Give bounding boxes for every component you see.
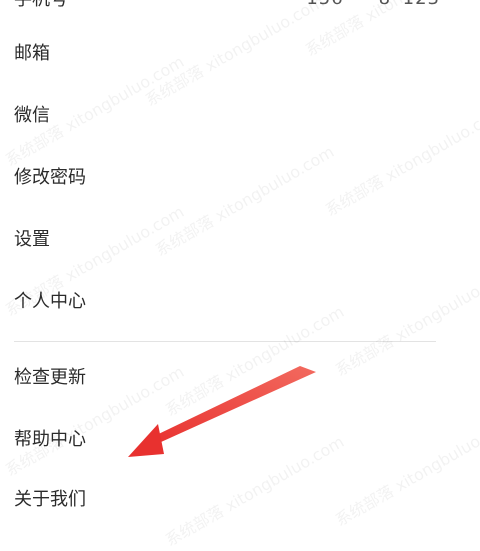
menu-item-help-center[interactable]: 帮助中心 xyxy=(14,428,86,452)
phone-number-value: 156•••8•123 xyxy=(306,0,440,9)
menu-item-phone-partial[interactable]: 手机号 xyxy=(14,0,68,12)
menu-item-wechat[interactable]: 微信 xyxy=(14,104,50,128)
menu-item-check-update[interactable]: 检查更新 xyxy=(14,366,86,390)
settings-menu: 手机号 156•••8•123 邮箱 微信 修改密码 设置 个人中心 检查更新 … xyxy=(0,0,480,510)
menu-item-about-us[interactable]: 关于我们 xyxy=(14,488,86,512)
menu-item-settings[interactable]: 设置 xyxy=(14,228,50,252)
menu-item-email[interactable]: 邮箱 xyxy=(14,42,50,66)
menu-item-personal-center[interactable]: 个人中心 xyxy=(14,290,86,314)
menu-item-change-password[interactable]: 修改密码 xyxy=(14,166,86,190)
menu-divider xyxy=(14,341,436,342)
